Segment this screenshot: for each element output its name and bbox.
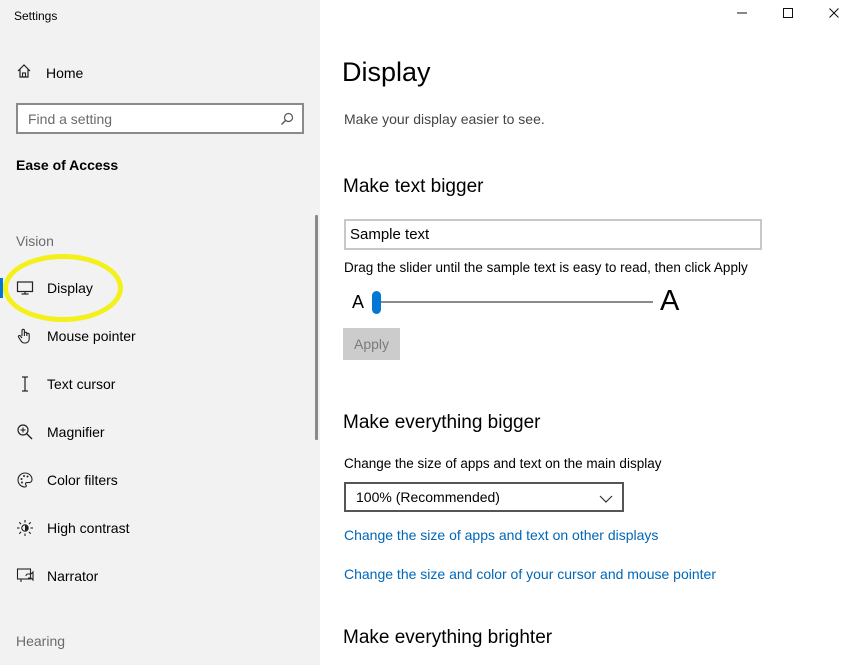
sidebar-item-text-cursor[interactable]: Text cursor xyxy=(0,364,316,404)
sidebar-item-label: Mouse pointer xyxy=(47,328,136,344)
slider-min-label: A xyxy=(352,292,365,312)
text-cursor-icon xyxy=(16,375,34,393)
maximize-button[interactable] xyxy=(765,0,811,30)
search-icon[interactable] xyxy=(280,112,294,131)
page-subtitle: Make your display easier to see. xyxy=(344,111,545,127)
sidebar-item-label: Magnifier xyxy=(47,424,105,440)
link-cursor-pointer[interactable]: Change the size and color of your cursor… xyxy=(344,566,716,582)
slider-hint: Drag the slider until the sample text is… xyxy=(344,260,748,275)
maximize-icon xyxy=(782,6,794,24)
sidebar-item-display[interactable]: Display xyxy=(0,268,316,308)
minimize-icon xyxy=(736,6,748,24)
chevron-down-icon xyxy=(599,491,613,507)
sidebar-item-label: Display xyxy=(47,280,93,296)
scale-dropdown[interactable]: 100% (Recommended) xyxy=(344,482,624,512)
mouse-pointer-icon xyxy=(16,327,34,345)
link-other-displays[interactable]: Change the size of apps and text on othe… xyxy=(344,527,658,543)
monitor-icon xyxy=(16,279,34,297)
scale-dropdown-label: Change the size of apps and text on the … xyxy=(344,456,662,471)
sidebar-item-home[interactable]: Home xyxy=(16,62,83,84)
text-size-slider[interactable]: A A xyxy=(344,285,689,319)
scale-dropdown-value: 100% (Recommended) xyxy=(356,489,500,505)
slider-track[interactable] xyxy=(379,301,653,303)
group-label-hearing: Hearing xyxy=(16,633,66,649)
search-input[interactable] xyxy=(28,110,268,127)
sidebar-item-high-contrast[interactable]: High contrast xyxy=(0,508,316,548)
text-bigger-heading: Make text bigger xyxy=(343,176,484,197)
close-button[interactable] xyxy=(811,0,857,30)
sample-text-box: Sample text xyxy=(344,219,762,250)
search-field-container xyxy=(16,103,304,134)
slider-max-label: A xyxy=(660,285,680,317)
sidebar-item-label: Narrator xyxy=(47,568,99,584)
sidebar: Settings Home Ease of Access Vision Disp… xyxy=(0,0,320,665)
sidebar-item-mouse-pointer[interactable]: Mouse pointer xyxy=(0,316,316,356)
contrast-icon xyxy=(16,519,34,537)
app-title: Settings xyxy=(14,9,58,23)
minimize-button[interactable] xyxy=(719,0,765,30)
sidebar-item-magnifier[interactable]: Magnifier xyxy=(0,412,316,452)
everything-bigger-heading: Make everything bigger xyxy=(343,412,541,433)
sidebar-scrollbar[interactable] xyxy=(315,215,318,440)
everything-brighter-heading: Make everything brighter xyxy=(343,627,553,648)
palette-icon xyxy=(16,471,34,489)
apply-button[interactable]: Apply xyxy=(343,328,400,360)
category-heading: Ease of Access xyxy=(16,157,119,173)
window-controls xyxy=(719,0,857,30)
sidebar-item-color-filters[interactable]: Color filters xyxy=(0,460,316,500)
page-title: Display xyxy=(342,57,431,87)
home-icon xyxy=(16,63,32,84)
sidebar-item-label: Text cursor xyxy=(47,376,116,392)
slider-thumb[interactable] xyxy=(372,291,381,314)
close-icon xyxy=(828,6,840,24)
sidebar-item-label: Color filters xyxy=(47,472,118,488)
magnifier-icon xyxy=(16,423,34,441)
narrator-icon xyxy=(16,567,34,585)
home-label: Home xyxy=(46,65,84,81)
sidebar-item-narrator[interactable]: Narrator xyxy=(0,556,316,596)
sidebar-item-label: High contrast xyxy=(47,520,130,536)
selection-indicator xyxy=(0,278,3,298)
group-label-vision: Vision xyxy=(16,233,54,249)
